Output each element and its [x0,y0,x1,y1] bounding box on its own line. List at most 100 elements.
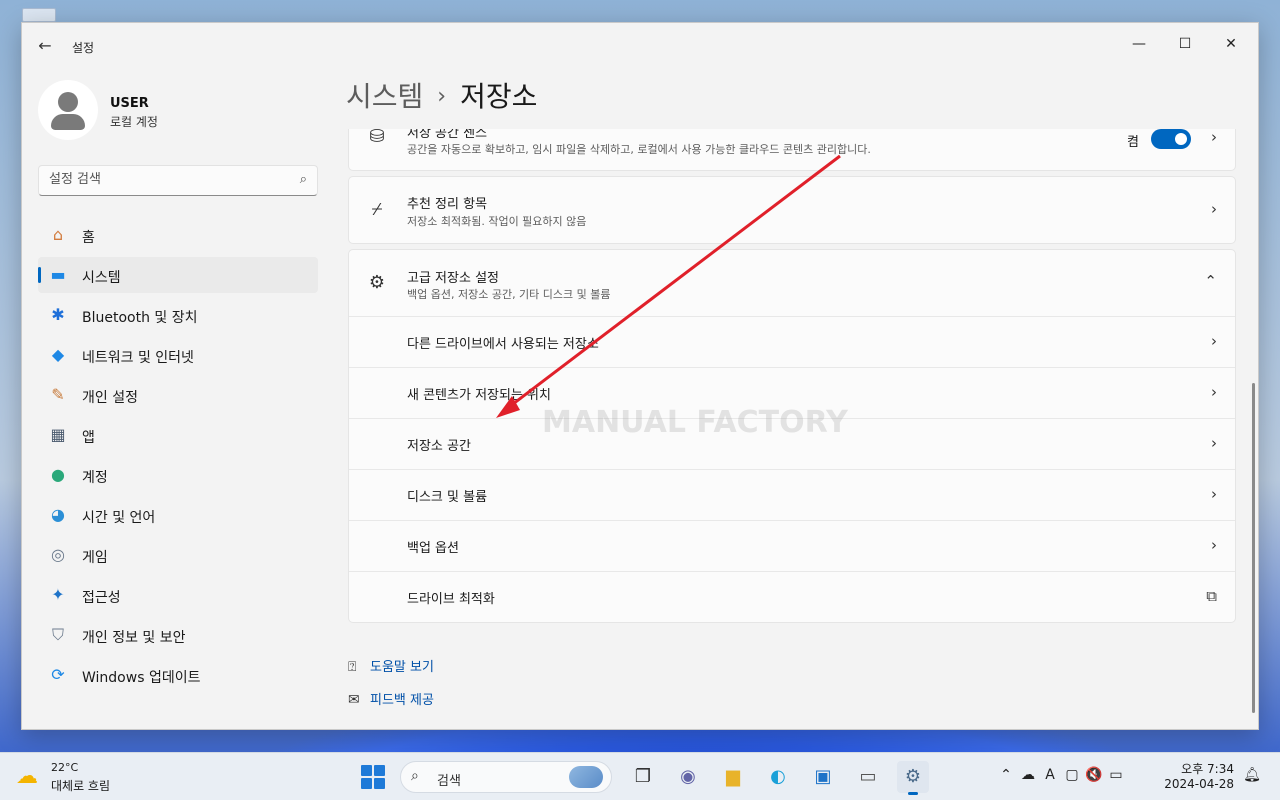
weather-cloud-sun-icon[interactable]: ☁ [16,763,44,791]
maximize-button[interactable]: ☐ [1162,29,1208,59]
home-icon: ⌂ [52,225,64,244]
settings-search-box[interactable]: ⌕ [38,165,318,196]
breadcrumb-separator: › [437,84,447,109]
advanced-item-4[interactable]: 백업 옵션 › [349,520,1235,571]
sidebar-item-3[interactable]: ◆ 네트워크 및 인터넷 [38,337,318,373]
chevron-up-icon[interactable]: ⌃ [996,767,1016,783]
storage-drive-icon: ⛁ [369,129,385,147]
chevron-right-icon: › [1211,485,1217,503]
taskbar-search-label: 검색 [437,774,461,789]
edge-icon[interactable]: ◐ [762,761,794,793]
help-icon: ⍰ [348,659,357,675]
sidebar-item-5[interactable]: ▦ 앱 [38,417,318,453]
start-tile-icon [374,765,385,776]
teams-icon[interactable]: ◉ [672,761,704,793]
storage-sense-card[interactable]: ⛁ 저장 공간 센스 공간을 자동으로 확보하고, 임시 파일을 삭제하고, 로… [348,129,1236,171]
cloud-off-icon[interactable]: ☁ [1018,767,1038,783]
weather-temp[interactable]: 22°C [51,761,78,774]
breadcrumb-parent[interactable]: 시스템 [346,80,423,113]
advanced-item-label: 드라이브 최적화 [407,592,495,607]
minimize-button[interactable]: — [1116,29,1162,59]
sidebar-nav: ⌂ 홈 ▬ 시스템 ✱ Bluetooth 및 장치 ◆ 네트워크 및 인터넷 ✎ 개인 설정 ▦ 앱… [38,217,318,697]
bluetooth-icon: ✱ [51,305,65,324]
sidebar-item-label: 개인 설정 [82,390,138,406]
advanced-item-label: 디스크 및 볼륨 [407,490,488,505]
chevron-right-icon: › [1211,200,1217,218]
account-type: 로컬 계정 [110,115,158,129]
taskbar: ☁ 22°C 대체로 흐림 ⌕ 검색 ❐ ◉ ▆ ◐ ▣ ▭ ⚙ ⌃ ☁ A ▢ 🔇 ▭ 오후 7:3… [0,752,1280,800]
system-icon: ▬ [50,265,66,284]
volume-mute-icon[interactable]: 🔇 [1084,767,1104,783]
search-input[interactable] [49,172,279,187]
sidebar-item-8[interactable]: ◎ 게임 [38,537,318,573]
sidebar-item-2[interactable]: ✱ Bluetooth 및 장치 [38,297,318,333]
sidebar-item-6[interactable]: ● 계정 [38,457,318,493]
advanced-item-label: 다른 드라이브에서 사용되는 저장소 [407,337,599,352]
gamepad-icon: ◎ [51,545,65,564]
help-link[interactable]: ⍰ 도움말 보기 [348,656,434,675]
desktop-icon[interactable] [22,8,56,22]
sidebar-item-label: 시간 및 언어 [82,510,156,526]
advanced-item-0[interactable]: 다른 드라이브에서 사용되는 저장소 › [349,316,1235,367]
settings-icon[interactable]: ⚙ [897,761,929,795]
battery-icon[interactable]: ▭ [1106,767,1126,783]
advanced-item-label: 저장소 공간 [407,439,471,454]
bell-icon[interactable]: 🔔︎ [1242,767,1262,783]
back-button[interactable]: ← [32,35,58,57]
gear-icon: ⚙ [368,272,386,293]
sidebar-item-label: 접근성 [82,590,121,606]
app-title: 설정 [72,41,95,55]
advanced-desc: 백업 옵션, 저장소 공간, 기타 디스크 및 볼륨 [407,288,611,301]
sidebar-item-10[interactable]: ⛉ 개인 정보 및 보안 [38,617,318,653]
advanced-storage-header[interactable]: ⚙ 고급 저장소 설정 백업 옵션, 저장소 공간, 기타 디스크 및 볼륨 ⌃ [349,250,1235,316]
store-icon[interactable]: ▣ [807,761,839,793]
page-title: 저장소 [460,80,538,113]
scrollbar[interactable] [1252,383,1255,713]
start-button[interactable] [361,765,385,789]
start-tile-icon [361,765,372,776]
sidebar-item-11[interactable]: ⟳ Windows 업데이트 [38,657,318,693]
avatar-body-icon [51,114,85,130]
search-icon: ⌕ [299,172,307,187]
sidebar-item-0[interactable]: ⌂ 홈 [38,217,318,253]
storage-sense-desc: 공간을 자동으로 확보하고, 임시 파일을 삭제하고, 로컬에서 사용 가능한 … [407,143,871,156]
account-icon: ● [51,465,65,484]
toggle-state-label: 켬 [1127,135,1139,150]
sidebar-item-1[interactable]: ▬ 시스템 [38,257,318,293]
close-button[interactable]: ✕ [1208,29,1254,59]
start-tile-icon [361,778,372,789]
advanced-item-5[interactable]: 드라이브 최적화 ⧉ [349,571,1235,622]
chevron-right-icon: › [1211,536,1217,554]
ime-icon[interactable]: A [1040,767,1060,783]
advanced-item-3[interactable]: 디스크 및 볼륨 › [349,469,1235,520]
task-view-icon[interactable]: ❐ [627,761,659,793]
storage-sense-toggle[interactable] [1151,129,1191,149]
chevron-right-icon: › [1211,383,1217,401]
clock-time[interactable]: 오후 7:34 [1181,760,1234,777]
wifi-icon: ◆ [51,345,65,364]
display-icon[interactable]: ▢ [1062,767,1082,783]
clock-date[interactable]: 2024-04-28 [1164,777,1234,791]
feedback-link[interactable]: ✉ 피드백 제공 [348,689,434,708]
sidebar-item-4[interactable]: ✎ 개인 설정 [38,377,318,413]
file-explorer-icon[interactable]: ▆ [717,761,749,793]
cleanup-recommendations-card[interactable]: ⌿ 추천 정리 항목 저장소 최적화됨. 작업이 필요하지 않음 › [348,176,1236,244]
search-icon: ⌕ [411,768,419,784]
sidebar-item-7[interactable]: ◕ 시간 및 언어 [38,497,318,533]
settings-content: ⛁ 저장 공간 센스 공간을 자동으로 확보하고, 임시 파일을 삭제하고, 로… [348,129,1236,629]
cleanup-desc: 저장소 최적화됨. 작업이 필요하지 않음 [407,215,587,228]
avatar[interactable] [38,80,98,140]
feedback-icon: ✉ [348,692,360,708]
weather-desc[interactable]: 대체로 흐림 [51,777,110,794]
user-name: USER [110,96,149,111]
sidebar-item-9[interactable]: ✦ 접근성 [38,577,318,613]
watermark-text: MANUAL FACTORY [542,405,848,440]
sidebar-item-label: 계정 [82,470,108,486]
toggle-knob [1175,133,1187,145]
chevron-up-icon: ⌃ [1204,272,1217,290]
feedback-link-label: 피드백 제공 [370,693,434,708]
globe-clock-icon: ◕ [51,505,65,524]
chevron-right-icon: › [1211,332,1217,350]
pc-icon[interactable]: ▭ [852,761,884,793]
taskbar-search[interactable]: ⌕ 검색 [400,761,612,793]
